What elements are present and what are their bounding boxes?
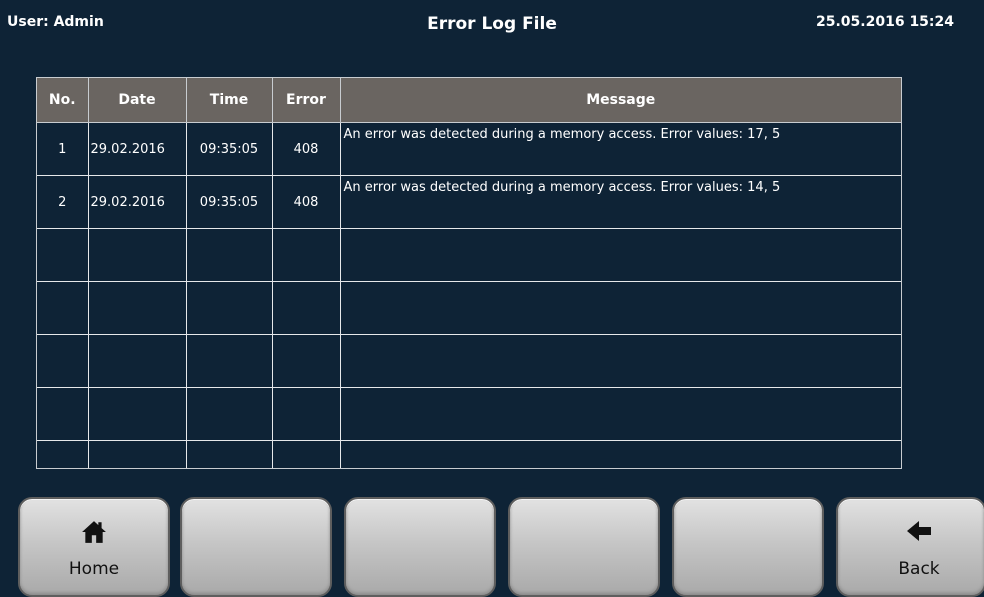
arrow-left-icon <box>838 519 984 547</box>
cell-time <box>186 440 273 468</box>
cell-date <box>88 387 187 441</box>
cell-no <box>37 228 89 282</box>
function-key-2[interactable] <box>180 497 332 597</box>
cell-date <box>88 228 187 282</box>
cell-message <box>340 334 901 388</box>
cell-no <box>37 281 89 335</box>
column-header-message: Message <box>340 78 901 123</box>
cell-no <box>37 334 89 388</box>
error-log-table: No. Date Time Error Message 1 29.02.2016… <box>36 77 902 469</box>
cell-error <box>272 281 341 335</box>
cell-date <box>88 334 187 388</box>
cell-time: 09:35:05 <box>186 175 273 229</box>
cell-message <box>340 440 901 468</box>
cell-date: 29.02.2016 <box>88 175 187 229</box>
table-row[interactable] <box>37 281 901 335</box>
cell-error <box>272 387 341 441</box>
back-button-label: Back <box>898 559 940 579</box>
cell-error: 408 <box>272 122 341 176</box>
cell-time <box>186 228 273 282</box>
cell-time <box>186 334 273 388</box>
cell-message <box>340 387 901 441</box>
table-row[interactable] <box>37 387 901 441</box>
table-row[interactable]: 1 29.02.2016 09:35:05 408 An error was d… <box>37 122 901 176</box>
title-bar: User: Admin Error Log File 25.05.2016 15… <box>0 0 984 40</box>
home-icon <box>20 519 168 549</box>
column-header-time: Time <box>186 78 273 123</box>
cell-message <box>340 228 901 282</box>
cell-date <box>88 281 187 335</box>
column-header-error: Error <box>272 78 341 123</box>
table-row[interactable] <box>37 440 901 468</box>
cell-message: An error was detected during a memory ac… <box>340 175 901 229</box>
cell-message: An error was detected during a memory ac… <box>340 122 901 176</box>
cell-error: 408 <box>272 175 341 229</box>
function-key-3[interactable] <box>344 497 496 597</box>
cell-time <box>186 387 273 441</box>
cell-no: 2 <box>37 175 89 229</box>
cell-error <box>272 228 341 282</box>
column-header-date: Date <box>88 78 187 123</box>
cell-message <box>340 281 901 335</box>
back-button[interactable]: Back <box>836 497 984 597</box>
cell-no <box>37 440 89 468</box>
table-row[interactable] <box>37 334 901 388</box>
cell-no <box>37 387 89 441</box>
function-key-5[interactable] <box>672 497 824 597</box>
cell-no: 1 <box>37 122 89 176</box>
cell-date: 29.02.2016 <box>88 122 187 176</box>
column-header-no: No. <box>37 78 89 123</box>
cell-error <box>272 440 341 468</box>
cell-date <box>88 440 187 468</box>
function-key-4[interactable] <box>508 497 660 597</box>
cell-time <box>186 281 273 335</box>
home-button-label: Home <box>68 559 120 579</box>
table-row[interactable]: 2 29.02.2016 09:35:05 408 An error was d… <box>37 175 901 229</box>
cell-error <box>272 334 341 388</box>
home-button[interactable]: Home <box>18 497 170 597</box>
table-header-row: No. Date Time Error Message <box>37 78 901 123</box>
clock: 25.05.2016 15:24 <box>816 14 955 30</box>
table-row[interactable] <box>37 228 901 282</box>
cell-time: 09:35:05 <box>186 122 273 176</box>
